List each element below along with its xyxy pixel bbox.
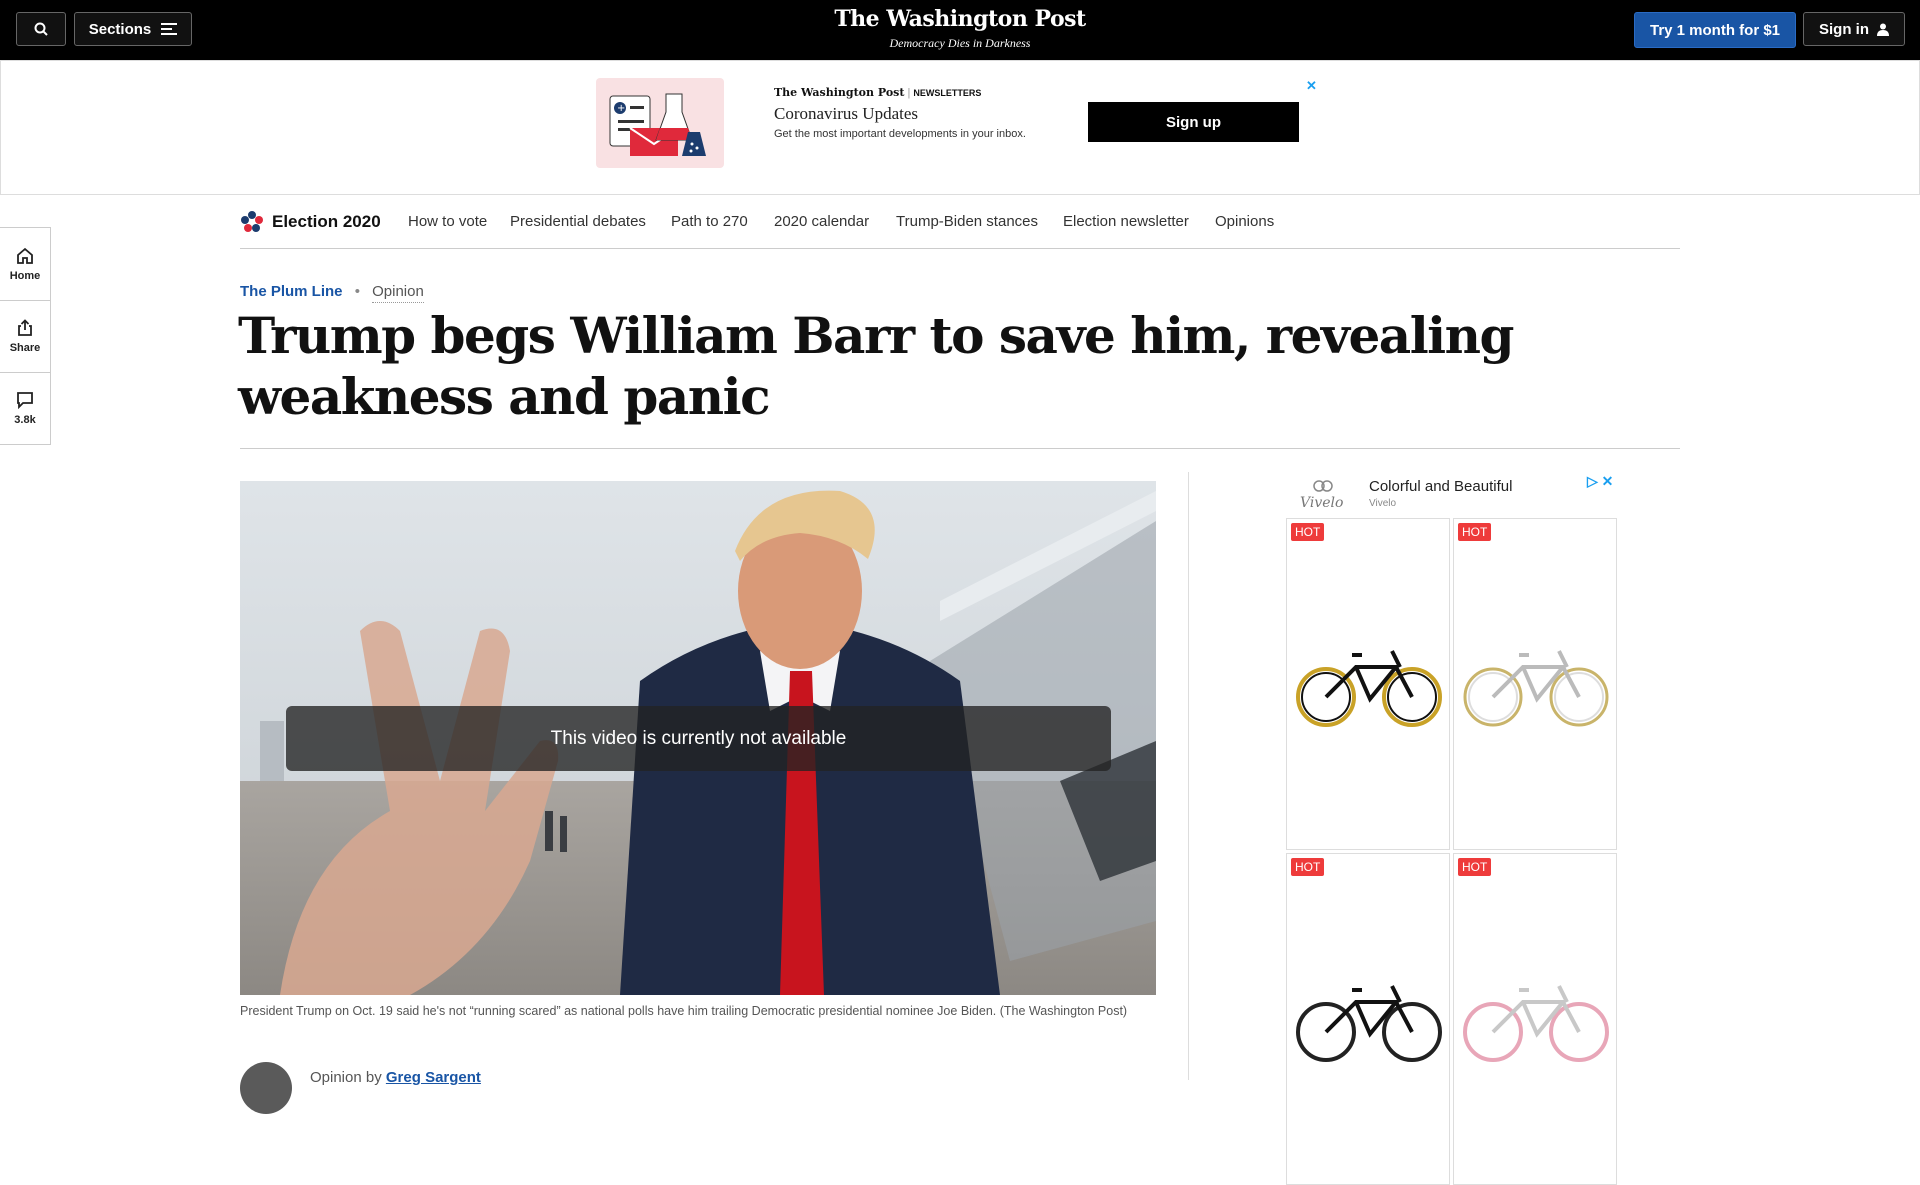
- product-tile[interactable]: HOT: [1286, 853, 1450, 1185]
- hot-badge: HOT: [1291, 523, 1325, 541]
- share-label: Share: [9, 341, 41, 354]
- home-button[interactable]: Home: [0, 228, 50, 301]
- newsletter-ad-brand-suffix: NEWSLETTERS: [913, 88, 982, 98]
- product-tile[interactable]: HOT: [1286, 518, 1450, 850]
- newsletter-ad-brand-name: The Washington Post: [774, 86, 905, 99]
- election-subnav: Election 2020 How to vote Presidential d…: [240, 194, 1680, 249]
- section-link[interactable]: The Plum Line: [240, 283, 343, 300]
- vivelo-logo-icon[interactable]: Vivelo: [1296, 478, 1350, 510]
- column-divider: [1188, 472, 1189, 1080]
- comment-icon: [17, 391, 33, 409]
- side-ad-sponsor: Vivelo: [1369, 498, 1397, 509]
- nav-election-newsletter[interactable]: Election newsletter: [1063, 213, 1189, 230]
- side-ad-logo-text: Vivelo: [1300, 495, 1343, 510]
- home-icon: [17, 247, 33, 264]
- newsletter-ad-illustration: +: [596, 78, 724, 168]
- video-player[interactable]: This video is currently not available: [240, 481, 1156, 995]
- article-headline: Trump begs William Barr to save him, rev…: [238, 306, 1515, 426]
- comments-button[interactable]: 3.8k: [0, 372, 50, 444]
- headline-divider: [240, 448, 1680, 449]
- product-tile[interactable]: HOT: [1453, 518, 1617, 850]
- hot-badge: HOT: [1458, 523, 1492, 541]
- comment-count: 3.8k: [14, 413, 36, 426]
- product-tile[interactable]: HOT: [1453, 853, 1617, 1185]
- share-button[interactable]: Share: [0, 300, 50, 373]
- bicycle-image: [1463, 985, 1609, 1062]
- video-unavailable-message: This video is currently not available: [286, 706, 1111, 771]
- site-logo[interactable]: The Washington Post Democracy Dies in Da…: [0, 6, 1920, 51]
- newsletter-signup-button[interactable]: Sign up: [1088, 102, 1299, 142]
- hot-badge: HOT: [1458, 858, 1492, 876]
- home-label: Home: [9, 269, 41, 282]
- nav-path-to-270[interactable]: Path to 270: [671, 213, 748, 230]
- bicycle-image: [1296, 985, 1442, 1062]
- byline-prefix: Opinion by: [310, 1069, 382, 1086]
- nav-presidential-debates[interactable]: Presidential debates: [510, 213, 646, 230]
- hot-badge: HOT: [1291, 858, 1325, 876]
- side-ad-title[interactable]: Colorful and Beautiful: [1369, 478, 1512, 495]
- svg-text:+: +: [617, 103, 625, 114]
- logo-text: The Washington Post: [834, 6, 1086, 32]
- election-title[interactable]: Election 2020: [272, 212, 381, 232]
- nav-how-to-vote[interactable]: How to vote: [408, 213, 487, 230]
- video-caption: President Trump on Oct. 19 said he's not…: [240, 1004, 1128, 1018]
- article-kicker: The Plum Line • Opinion: [240, 283, 424, 303]
- author-avatar[interactable]: [240, 1062, 292, 1114]
- nav-trump-biden-stances[interactable]: Trump-Biden stances: [896, 213, 1038, 230]
- sign-in-label: Sign in: [1819, 20, 1869, 38]
- newsletter-ad-description: Get the most important developments in y…: [774, 128, 1026, 140]
- bicycle-image: [1296, 650, 1442, 727]
- left-action-rail: Home Share 3.8k: [0, 227, 51, 445]
- ad-close-icon[interactable]: ✕: [1306, 78, 1317, 94]
- nav-2020-calendar[interactable]: 2020 calendar: [774, 213, 869, 230]
- sign-in-button[interactable]: Sign in: [1803, 12, 1905, 46]
- user-icon: [1877, 23, 1889, 36]
- site-tagline: Democracy Dies in Darkness: [889, 36, 1031, 50]
- adchoices-close-icon[interactable]: ▷ ✕: [1587, 473, 1613, 490]
- nav-opinions[interactable]: Opinions: [1215, 213, 1274, 230]
- top-navigation-bar: Sections The Washington Post Democracy D…: [0, 0, 1920, 60]
- bicycle-image: [1463, 650, 1609, 727]
- newsletter-ad-title: Coronavirus Updates: [774, 104, 919, 123]
- newsletter-ad-brand: The Washington Post | NEWSLETTERS: [774, 86, 982, 99]
- election-star-icon[interactable]: [240, 210, 264, 234]
- share-icon: [18, 318, 32, 336]
- opinion-label[interactable]: Opinion: [372, 283, 424, 303]
- author-link[interactable]: Greg Sargent: [386, 1069, 481, 1086]
- subscribe-trial-button[interactable]: Try 1 month for $1: [1634, 12, 1796, 48]
